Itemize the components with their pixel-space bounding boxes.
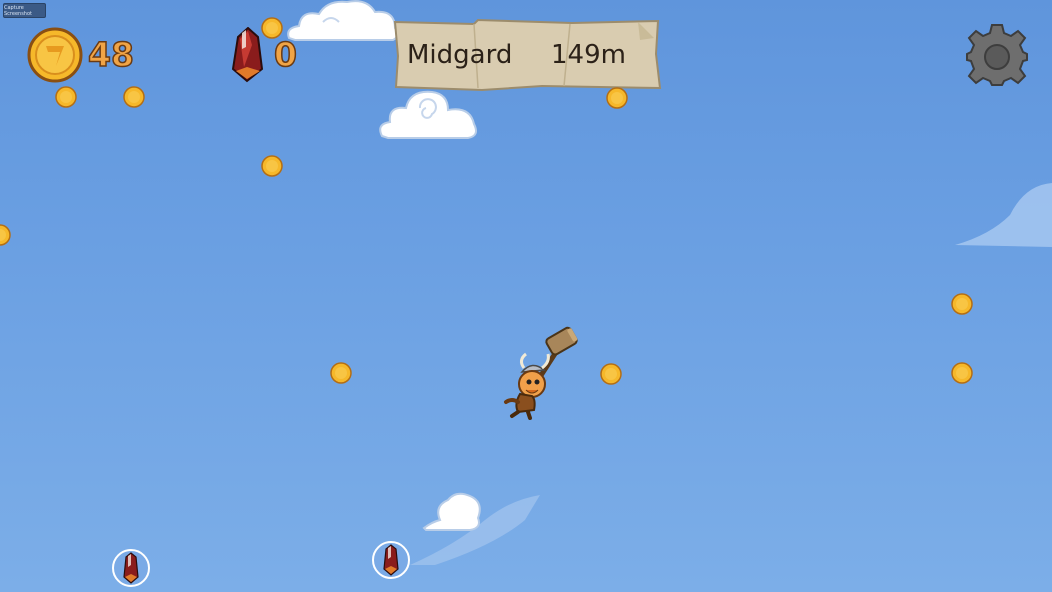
coin-icon — [27, 27, 83, 83]
coin-pickup — [261, 17, 283, 39]
coin-pickup — [600, 363, 622, 385]
gem-bubble — [372, 541, 410, 579]
coin-count: 48 — [87, 35, 134, 74]
coin-pickup — [951, 362, 973, 384]
cloud — [422, 492, 481, 531]
distant-cloud-right — [955, 183, 1052, 247]
cloud — [287, 0, 399, 41]
capture-screenshot-button[interactable]: Capture Screenshot — [3, 3, 46, 18]
coin-pickup — [55, 86, 77, 108]
distance-readout: 149m — [551, 40, 626, 70]
gem-count: 0 — [273, 35, 297, 74]
gem-icon — [231, 27, 264, 83]
coin-pickup — [261, 155, 283, 177]
coin-pickup — [951, 293, 973, 315]
cloud — [379, 90, 477, 139]
coin-pickup — [123, 86, 145, 108]
gear-icon[interactable] — [965, 23, 1029, 87]
viking-hammer-player — [504, 326, 578, 420]
coin-pickup — [330, 362, 352, 384]
coin-pickup — [0, 224, 11, 246]
gem-bubble — [112, 549, 150, 587]
coin-pickup — [606, 87, 628, 109]
realm-name: Midgard — [407, 40, 513, 70]
